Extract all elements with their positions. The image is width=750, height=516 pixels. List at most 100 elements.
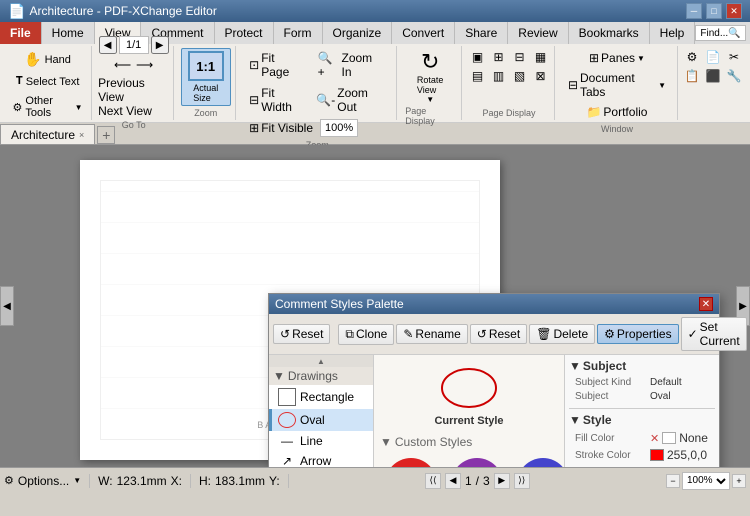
height-value: 183.1mm — [215, 474, 265, 488]
toolbar-icon-5[interactable]: ⬛ — [703, 67, 723, 85]
toolbar-icon-1[interactable]: ⚙ — [682, 48, 702, 66]
border-label: Border — [575, 467, 650, 468]
zoom-out-button[interactable]: 🔍-Zoom Out — [311, 83, 390, 117]
page-next-button[interactable]: ▶ — [151, 36, 169, 54]
reset2-button[interactable]: ↺ Reset — [470, 324, 527, 344]
style-item-line[interactable]: — Line — [269, 431, 373, 451]
ribbon-group-panes: ⊞Panes▼ ⊟Document Tabs▼ 📁Portfolio Windo… — [557, 46, 678, 120]
properties-button[interactable]: ⚙ Properties — [597, 324, 678, 344]
stroke-color-box — [650, 449, 664, 461]
delete-button[interactable]: 🗑 Delete — [529, 324, 595, 344]
minimize-button[interactable]: ─ — [686, 3, 702, 19]
dialog-close-button[interactable]: ✕ — [699, 297, 713, 311]
page-display-btn-7[interactable]: ▧ — [510, 67, 530, 85]
tab-bookmarks[interactable]: Bookmarks — [569, 22, 650, 44]
style-item-rectangle[interactable]: Rectangle — [269, 385, 373, 409]
options-button[interactable]: Options... — [18, 474, 69, 488]
panes-button[interactable]: ⊞Panes▼ — [584, 48, 650, 68]
rename-button[interactable]: ✎ Rename — [396, 324, 467, 344]
zoom-in-status[interactable]: + — [732, 474, 746, 488]
page-display-btn-5[interactable]: ▤ — [468, 67, 488, 85]
dialog-body: ▲ ▼ Drawings Rectangle Oval — — [269, 355, 719, 467]
close-button[interactable]: ✕ — [726, 3, 742, 19]
swatch-indigo[interactable]: Indigo — [512, 453, 564, 467]
doc-tab-architecture[interactable]: Architecture × — [0, 124, 95, 144]
select-text-button[interactable]: 𝐓 Select Text — [8, 72, 88, 91]
tab-convert[interactable]: Convert — [392, 22, 455, 44]
tab-home[interactable]: Home — [42, 22, 95, 44]
swatch-purple-circle — [451, 458, 503, 467]
swatch-purple[interactable]: Purple — [446, 453, 508, 467]
page-display-btn-2[interactable]: ⊞ — [489, 48, 509, 66]
maximize-button[interactable]: □ — [706, 3, 722, 19]
dialog-titlebar: Comment Styles Palette ✕ — [269, 294, 719, 314]
page-input[interactable] — [119, 36, 149, 54]
status-first-page[interactable]: ⟨⟨ — [425, 473, 441, 489]
subject-expand-icon: ▼ — [569, 359, 581, 373]
page-display-btn-1[interactable]: ▣ — [468, 48, 488, 66]
zoom-section: − 100% 75% 50% 125% 150% + — [666, 472, 746, 490]
custom-styles-grid: Red Purple Indigo Blue — [380, 453, 558, 467]
delete-icon: 🗑 — [536, 327, 551, 341]
zoom-select[interactable]: 100% 75% 50% 125% 150% — [682, 472, 730, 490]
document-tabs-button[interactable]: ⊟Document Tabs▼ — [563, 68, 671, 102]
page-display-btn-8[interactable]: ⊠ — [531, 67, 551, 85]
back-button[interactable]: ⟵ — [113, 56, 133, 74]
swatch-red[interactable]: Red — [380, 453, 442, 467]
portfolio-button[interactable]: 📁Portfolio — [581, 102, 652, 122]
stroke-color-row: Stroke Color 255,0,0 — [569, 448, 715, 462]
tab-review[interactable]: Review — [508, 22, 568, 44]
toolbar-icon-2[interactable]: 📄 — [703, 48, 723, 66]
toolbar-icon-4[interactable]: 📋 — [682, 67, 702, 85]
height-section: H: 183.1mm Y: — [199, 474, 289, 488]
tab-protect[interactable]: Protect — [215, 22, 274, 44]
width-value: 123.1mm — [117, 474, 167, 488]
next-view-button[interactable]: Next View — [98, 104, 152, 118]
app-title: Architecture - PDF-XChange Editor — [29, 4, 216, 18]
clone-icon: ⧉ — [345, 327, 354, 342]
tab-help[interactable]: Help — [650, 22, 696, 44]
tab-form[interactable]: Form — [274, 22, 323, 44]
prev-view-button[interactable]: Previous View — [98, 76, 169, 104]
rotate-view-button[interactable]: ↻ RotateView ▼ — [405, 48, 455, 104]
style-expand-icon: ▼ — [569, 413, 581, 427]
reset-button[interactable]: ↺ Reset — [273, 324, 330, 344]
new-tab-button[interactable]: + — [97, 126, 115, 144]
zoom-out-status[interactable]: − — [666, 474, 680, 488]
status-last-page[interactable]: ⟩⟩ — [514, 473, 530, 489]
page-display-btn-6[interactable]: ▥ — [489, 67, 509, 85]
fit-page-button[interactable]: ⊡Fit Page — [244, 48, 310, 82]
fit-width-button[interactable]: ⊟Fit Width — [244, 83, 309, 117]
fit-visible-button[interactable]: ⊞Fit Visible — [244, 118, 318, 138]
nav-left-button[interactable]: ◀ — [0, 286, 14, 326]
fill-color-label: Fill Color — [575, 433, 650, 444]
status-next-page[interactable]: ▶ — [494, 473, 510, 489]
list-scroll-up[interactable]: ▲ — [269, 355, 373, 367]
page-display-btn-4[interactable]: ▦ — [531, 48, 551, 66]
set-current-icon: ✓ — [688, 327, 698, 341]
line-icon: — — [278, 434, 296, 448]
page-display-btn-3[interactable]: ⊟ — [510, 48, 530, 66]
tab-organize[interactable]: Organize — [323, 22, 393, 44]
ribbon-group-rotate: ↻ RotateView ▼ Page Display — [399, 46, 462, 120]
style-item-oval[interactable]: Oval — [269, 409, 373, 431]
clone-button[interactable]: ⧉ Clone — [338, 324, 394, 345]
other-tools-button[interactable]: ⚙ Other Tools ▼ — [8, 92, 88, 122]
style-item-arrow[interactable]: ↗ Arrow — [269, 451, 373, 467]
tab-file[interactable]: File — [0, 22, 42, 44]
zoom-in-button[interactable]: 🔍+Zoom In — [313, 48, 391, 82]
toolbar-icon-3[interactable]: ✂ — [724, 48, 744, 66]
set-current-button[interactable]: ✓ Set Current — [681, 317, 747, 351]
doc-tab-close[interactable]: × — [79, 130, 84, 140]
toolbar-icon-6[interactable]: 🔧 — [724, 67, 744, 85]
status-prev-page[interactable]: ◀ — [445, 473, 461, 489]
hand-tool-button[interactable]: ✋ Hand — [8, 48, 88, 71]
forward-button[interactable]: ⟶ — [135, 56, 155, 74]
tab-share[interactable]: Share — [455, 22, 508, 44]
options-section: ⚙ Options... ▼ — [4, 474, 90, 488]
arrow-icon: ↗ — [278, 454, 296, 467]
total-pages: 3 — [483, 474, 490, 488]
actual-size-button[interactable]: 1:1 ActualSize — [181, 48, 231, 106]
current-style-label: Current Style — [434, 415, 503, 427]
page-prev-button[interactable]: ◀ — [99, 36, 117, 54]
